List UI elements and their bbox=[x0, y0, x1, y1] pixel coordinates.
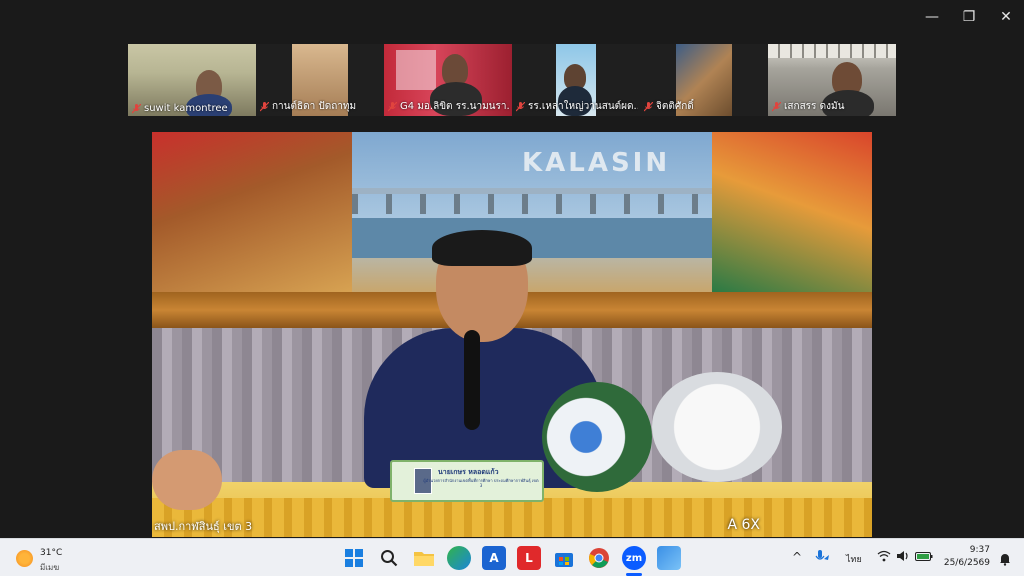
app-l-icon[interactable]: L bbox=[517, 546, 541, 570]
close-button[interactable]: ✕ bbox=[987, 0, 1024, 34]
search-icon[interactable] bbox=[377, 546, 401, 570]
mic-tray-icon[interactable] bbox=[814, 550, 830, 567]
participant-tile[interactable]: จิตติศักดิ์ bbox=[640, 44, 768, 116]
clock-date: 25/6/2569 bbox=[943, 558, 990, 568]
zoom-icon[interactable]: zm bbox=[622, 546, 646, 570]
start-icon[interactable] bbox=[342, 546, 366, 570]
participant-name: suwit kamontree bbox=[144, 103, 228, 114]
participant-name: รร.เหล่าใหญ่วานสนต์ผด... bbox=[528, 101, 638, 112]
title-bar: — ❐ ✕ bbox=[0, 0, 1024, 34]
speaker-nameplate: นายเกษร หลอดแก้ว ผู้อำนวยการสำนักงานเขตพ… bbox=[390, 460, 544, 502]
battery-icon[interactable] bbox=[915, 550, 933, 565]
tray-chevron[interactable]: ^ bbox=[792, 550, 802, 564]
photos-icon[interactable] bbox=[657, 546, 681, 570]
muted-mic-icon bbox=[516, 101, 525, 112]
nameplate-subtitle: ผู้อำนวยการสำนักงานเขตพื้นที่การศึกษา ปร… bbox=[423, 478, 539, 488]
sun-icon bbox=[16, 550, 33, 567]
video-overlay-text: A 6X bbox=[727, 517, 760, 533]
participant-name: กานต์ธิดา ปัดถาทุม bbox=[272, 101, 357, 112]
volume-icon[interactable] bbox=[896, 550, 910, 565]
participant-tile[interactable]: suwit kamontree bbox=[128, 44, 256, 116]
muted-mic-icon bbox=[644, 101, 653, 112]
participant-tile[interactable]: กานต์ธิดา ปัดถาทุม bbox=[256, 44, 384, 116]
clock[interactable]: 9:37 25/6/2569 bbox=[944, 544, 990, 570]
minimize-button[interactable]: — bbox=[913, 0, 951, 34]
speaker-label: สพป.กาฬสินธุ์ เขต 3 bbox=[154, 520, 253, 533]
muted-mic-icon bbox=[132, 103, 141, 114]
store-icon[interactable] bbox=[552, 546, 576, 570]
participant-tile[interactable]: G4 มอ.ลิขิต รร.นามนรา... bbox=[384, 44, 512, 116]
participant-name: G4 มอ.ลิขิต รร.นามนรา... bbox=[400, 101, 510, 112]
participant-tile[interactable]: เสกสรร ดงมัน bbox=[768, 44, 896, 116]
wifi-icon[interactable] bbox=[877, 550, 891, 565]
muted-mic-icon bbox=[388, 101, 397, 112]
microphone bbox=[464, 330, 480, 430]
weather-temp: 31°C bbox=[40, 548, 63, 558]
weather-widget[interactable]: 31°C มีเมฆ bbox=[14, 545, 74, 573]
clock-time: 9:37 bbox=[969, 545, 990, 555]
app-a-icon[interactable]: A bbox=[482, 546, 506, 570]
maximize-button[interactable]: ❐ bbox=[950, 0, 988, 34]
taskbar: 31°C มีเมฆ A L zm ^ ไทย 9:37 25/6/2569 bbox=[0, 538, 1024, 576]
zoom-window: — ❐ ✕ suwit kamontree กานต์ธิดา ปัดถาทุม bbox=[0, 0, 1024, 538]
muted-mic-icon bbox=[772, 101, 781, 112]
participant-name: เสกสรร ดงมัน bbox=[784, 101, 845, 112]
participant-name: จิตติศักดิ์ bbox=[656, 101, 694, 112]
muted-mic-icon bbox=[260, 101, 269, 112]
nameplate-title: นายเกษร หลอดแก้ว bbox=[438, 468, 499, 476]
language-indicator[interactable]: ไทย bbox=[846, 552, 862, 566]
edge-icon[interactable] bbox=[447, 546, 471, 570]
notification-bell-icon[interactable] bbox=[998, 551, 1012, 566]
file-explorer-icon[interactable] bbox=[412, 546, 436, 570]
participant-tile[interactable]: รร.เหล่าใหญ่วานสนต์ผด... bbox=[512, 44, 640, 116]
chrome-icon[interactable] bbox=[587, 546, 611, 570]
active-speaker-video: KALASIN นายเกษร หลอดแก้ว ผู้อำนวยการสำนั… bbox=[152, 132, 872, 537]
participant-strip: suwit kamontree กานต์ธิดา ปัดถาทุม G4 มอ… bbox=[128, 44, 896, 116]
weather-condition: มีเมฆ bbox=[40, 563, 60, 572]
banner-text: KALASIN bbox=[522, 148, 671, 178]
